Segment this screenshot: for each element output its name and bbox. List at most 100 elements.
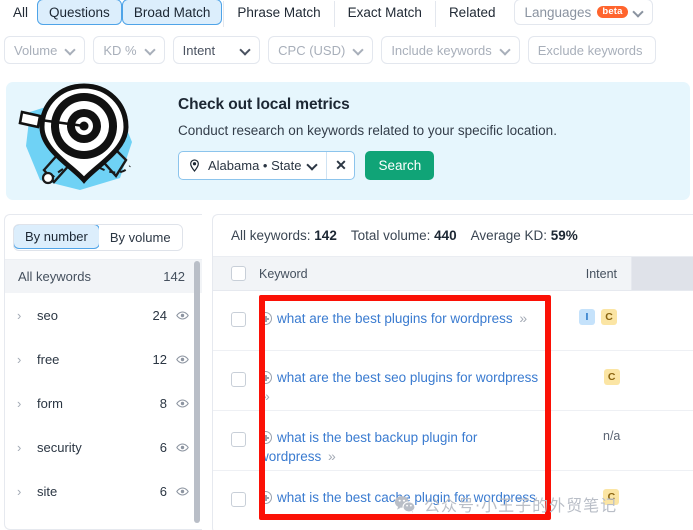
tab-all[interactable]: All — [4, 0, 37, 25]
sidebar-item-form[interactable]: › form 8 — [5, 381, 202, 425]
filter-kd[interactable]: KD % — [93, 36, 165, 64]
eye-icon[interactable] — [176, 441, 189, 454]
local-metrics-banner: Check out local metrics Conduct research… — [6, 82, 690, 200]
column-header-overflow — [631, 257, 693, 290]
sort-by-volume-button[interactable]: By volume — [98, 225, 182, 250]
row-intent-cell: I C — [539, 291, 631, 325]
filter-exclude-keywords-label: Exclude keywords — [537, 42, 643, 58]
select-all-cell[interactable] — [213, 266, 259, 281]
sidebar-item-seo[interactable]: › seo 24 — [5, 293, 202, 337]
tab-broad-match[interactable]: Broad Match — [121, 0, 223, 25]
row-keyword-cell: what is the best backup plugin for wordp… — [259, 411, 547, 466]
select-all-checkbox[interactable] — [231, 266, 246, 281]
filter-volume-label: Volume — [14, 42, 58, 58]
keyword-groups-sidebar: By number By volume All keywords 142 › s… — [4, 214, 202, 530]
filter-volume[interactable]: Volume — [4, 36, 86, 64]
sidebar-item-label: security — [37, 439, 82, 455]
row-select-cell[interactable] — [213, 351, 259, 387]
row-checkbox[interactable] — [231, 432, 246, 447]
sidebar-scrollbar[interactable] — [194, 261, 200, 523]
row-keyword-text[interactable]: what are the best seo plugins for wordpr… — [277, 370, 538, 385]
banner-subtitle: Conduct research on keywords related to … — [178, 123, 557, 138]
add-keyword-icon[interactable] — [259, 312, 272, 325]
sidebar-item-site[interactable]: › site 6 — [5, 469, 202, 513]
tab-phrase-match[interactable]: Phrase Match — [225, 0, 332, 25]
tab-related[interactable]: Related — [437, 0, 508, 25]
wechat-icon — [394, 495, 416, 514]
status-badge: C — [601, 309, 617, 325]
filter-include-keywords-label: Include keywords — [391, 42, 492, 58]
tab-questions[interactable]: Questions — [37, 0, 122, 25]
chevron-right-icon[interactable]: › — [17, 308, 31, 323]
add-keyword-icon[interactable] — [259, 431, 272, 444]
row-keyword-cell: what are the best plugins for wordpress … — [259, 291, 539, 328]
sidebar-item-label: seo — [37, 307, 58, 323]
tab-exact-match-label: Exact Match — [347, 4, 422, 20]
status-badge: I — [579, 309, 595, 325]
eye-icon[interactable] — [176, 309, 189, 322]
chevron-right-icon[interactable]: › — [17, 484, 31, 499]
expand-keyword-icon[interactable]: » — [259, 508, 270, 524]
wechat-watermark: 公众号·小王子的外贸笔记 — [394, 492, 617, 516]
row-checkbox[interactable] — [231, 312, 246, 327]
table-row[interactable]: what are the best seo plugins for wordpr… — [213, 351, 693, 411]
chevron-down-icon — [501, 46, 510, 55]
filter-include-keywords[interactable]: Include keywords — [381, 36, 520, 64]
row-select-cell[interactable] — [213, 411, 259, 447]
row-keyword-text[interactable]: what is the best backup plugin for wordp… — [259, 430, 477, 464]
column-header-intent[interactable]: Intent — [539, 267, 631, 281]
expand-keyword-icon[interactable]: » — [516, 310, 527, 326]
sidebar-item-security[interactable]: › security 6 — [5, 425, 202, 469]
filter-cpc[interactable]: CPC (USD) — [268, 36, 374, 64]
banner-controls: Alabama • State ✕ Search — [178, 151, 557, 180]
languages-dropdown[interactable]: Languages beta — [514, 0, 653, 25]
filter-exclude-keywords[interactable]: Exclude keywords — [527, 36, 656, 64]
row-checkbox[interactable] — [231, 492, 246, 507]
summary-total-volume: Total volume: 440 — [351, 228, 457, 243]
search-button[interactable]: Search — [365, 151, 435, 180]
row-select-cell[interactable] — [213, 291, 259, 327]
sort-mode-toggle-wrap: By number By volume — [5, 215, 202, 259]
sidebar-item-all-keywords[interactable]: All keywords 142 — [5, 259, 202, 293]
location-value: Alabama • State — [208, 158, 302, 173]
eye-icon[interactable] — [176, 353, 189, 366]
dartboard-location-illustration — [18, 83, 132, 190]
column-header-keyword[interactable]: Keyword — [259, 267, 539, 281]
tab-exact-match[interactable]: Exact Match — [336, 0, 434, 25]
filter-bar: Volume KD % Intent CPC (USD) Include key… — [0, 30, 693, 70]
sidebar-item-count: 12 — [152, 351, 167, 367]
chevron-right-icon[interactable]: › — [17, 396, 31, 411]
sort-mode-segmented-control: By number By volume — [13, 224, 183, 251]
row-select-cell[interactable] — [213, 471, 259, 507]
expand-keyword-icon[interactable]: » — [259, 388, 270, 404]
eye-icon[interactable] — [176, 485, 189, 498]
sort-by-number-button[interactable]: By number — [13, 225, 100, 249]
location-value-group[interactable]: Alabama • State — [179, 152, 326, 179]
tab-divider — [223, 1, 225, 27]
status-badge: C — [603, 369, 620, 385]
summary-average-kd-label: Average KD: — [470, 228, 547, 243]
clear-location-button[interactable]: ✕ — [326, 152, 354, 179]
results-summary: All keywords: 142 Total volume: 440 Aver… — [213, 215, 693, 256]
chevron-right-icon[interactable]: › — [17, 440, 31, 455]
row-intent-cell: C — [545, 351, 634, 385]
add-keyword-icon[interactable] — [259, 491, 272, 504]
sidebar-item-free[interactable]: › free 12 — [5, 337, 202, 381]
location-selector[interactable]: Alabama • State ✕ — [178, 151, 356, 180]
table-row[interactable]: what are the best plugins for wordpress … — [213, 291, 693, 351]
row-intent-text: n/a — [603, 429, 621, 443]
row-keyword-cell: what are the best seo plugins for wordpr… — [259, 351, 545, 406]
table-row[interactable]: what is the best backup plugin for wordp… — [213, 411, 693, 471]
row-keyword-text[interactable]: what are the best plugins for wordpress — [277, 311, 513, 326]
row-checkbox[interactable] — [231, 372, 246, 387]
expand-keyword-icon[interactable]: » — [325, 448, 336, 464]
add-keyword-icon[interactable] — [259, 371, 272, 384]
tab-divider — [434, 1, 436, 27]
filter-kd-label: KD % — [103, 42, 137, 58]
filter-intent[interactable]: Intent — [172, 36, 261, 64]
summary-all-keywords: All keywords: 142 — [231, 228, 337, 243]
eye-icon[interactable] — [176, 397, 189, 410]
chevron-right-icon[interactable]: › — [17, 352, 31, 367]
sidebar-item-label: site — [37, 483, 58, 499]
tab-broad-match-label: Broad Match — [133, 4, 211, 20]
